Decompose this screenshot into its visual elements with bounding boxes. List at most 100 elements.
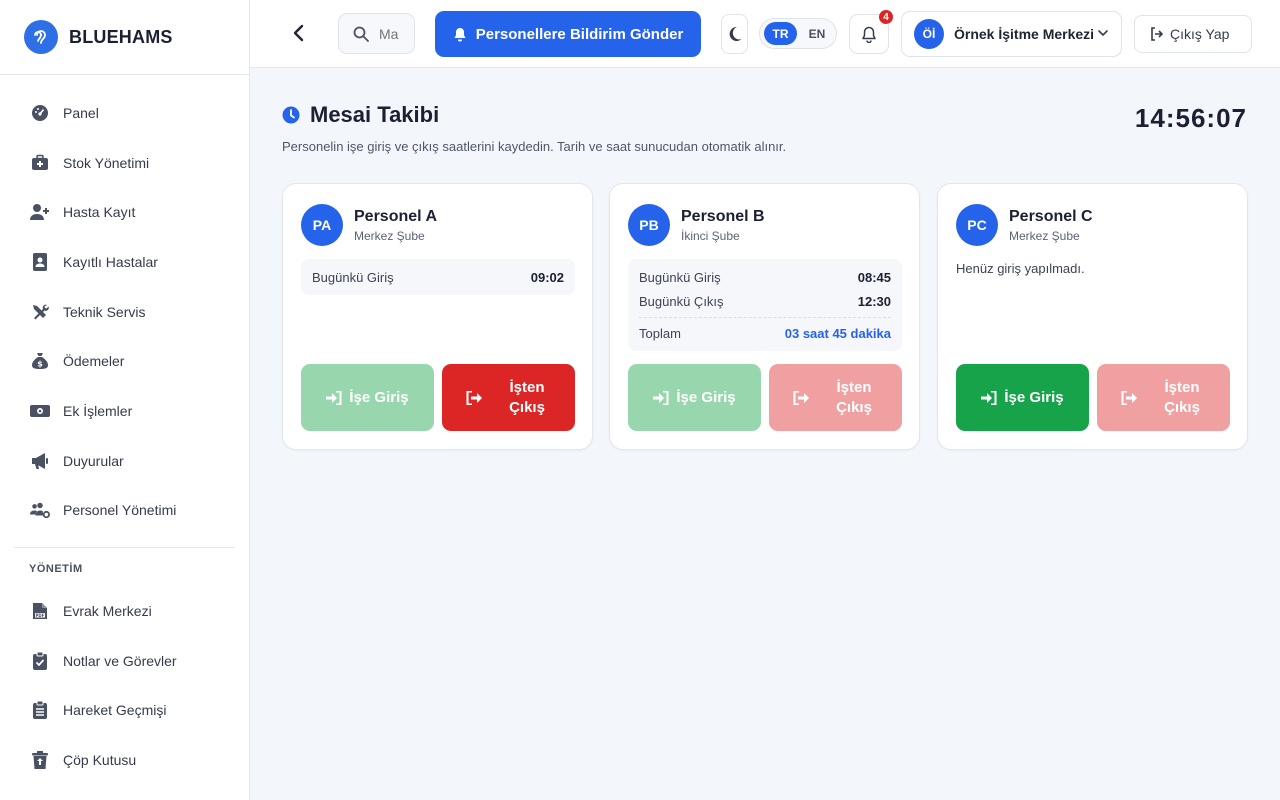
sidebar-divider xyxy=(14,547,235,548)
checkout-button-label-line1: İşten xyxy=(836,378,872,396)
sidebar-item-panel[interactable]: Panel xyxy=(0,88,249,138)
sidebar-item-notes-tasks[interactable]: Notlar ve Görevler xyxy=(0,636,249,686)
checkout-button[interactable]: İşten Çıkış xyxy=(1097,364,1230,431)
svg-text:$: $ xyxy=(37,360,43,369)
brand-name: BLUEHAMS xyxy=(69,26,173,47)
chevron-down-icon xyxy=(1098,30,1108,37)
user-name: Örnek İşitme Merkezi xyxy=(954,26,1095,42)
checkout-button[interactable]: İşten Çıkış xyxy=(442,364,575,431)
page-title: Mesai Takibi xyxy=(310,102,440,127)
page-subtitle: Personelin işe giriş ve çıkış saatlerini… xyxy=(282,139,787,154)
sidebar-item-documents[interactable]: PDF Evrak Merkezi xyxy=(0,586,249,636)
sidebar-item-tech-service[interactable]: Teknik Servis xyxy=(0,287,249,337)
sidebar-nav: Panel Stok Yönetimi Hasta Kayıt Kayıtlı … xyxy=(0,88,249,535)
sidebar-item-label: Kayıtlı Hastalar xyxy=(63,253,158,270)
clock-icon xyxy=(282,106,300,124)
sidebar-item-label: Çöp Kutusu xyxy=(63,751,137,768)
money-bill-icon xyxy=(30,401,50,421)
file-pdf-icon: PDF xyxy=(30,601,50,621)
sign-in-icon xyxy=(653,390,669,405)
page-header: Mesai Takibi xyxy=(282,102,439,128)
send-staff-notification-button[interactable]: Personellere Bildirim Gönder xyxy=(435,11,701,57)
staff-name: Personel A xyxy=(354,207,437,225)
logout-button[interactable]: Çıkış Yap xyxy=(1134,15,1252,53)
lang-option-en[interactable]: EN xyxy=(799,22,835,45)
back-button[interactable] xyxy=(288,23,308,43)
sidebar-item-payments[interactable]: $ Ödemeler xyxy=(0,336,249,386)
clipboard-check-icon xyxy=(30,651,50,671)
checkout-label: Bugünkü Çıkış xyxy=(639,293,724,309)
checkin-button[interactable]: İşe Giriş xyxy=(301,364,434,431)
sign-out-icon xyxy=(1121,390,1137,405)
sidebar-item-patient-register[interactable]: Hasta Kayıt xyxy=(0,187,249,237)
sidebar-item-label: Ek İşlemler xyxy=(63,402,133,419)
checkout-button-label-line2: Çıkış xyxy=(509,398,545,416)
sidebar-item-staff-management[interactable]: Personel Yönetimi xyxy=(0,486,249,536)
checkout-button-label-line1: İşten xyxy=(509,378,545,396)
search-input[interactable] xyxy=(379,25,411,42)
staff-name: Personel B xyxy=(681,207,765,225)
sidebar-item-activity-history[interactable]: Hareket Geçmişi xyxy=(0,685,249,735)
checkin-button-label: İşe Giriş xyxy=(349,389,409,406)
attendance-summary: Bugünkü Giriş 08:45 Bugünkü Çıkış 12:30 … xyxy=(628,259,902,351)
search-icon xyxy=(353,26,369,42)
checkin-button[interactable]: İşe Giriş xyxy=(628,364,761,431)
sidebar-item-label: Hasta Kayıt xyxy=(63,204,136,221)
theme-toggle-button[interactable] xyxy=(721,14,748,54)
checkin-label: Bugünkü Giriş xyxy=(312,269,394,285)
sidebar-item-extra[interactable]: Ek İşlemler xyxy=(0,386,249,436)
checkout-time: 12:30 xyxy=(857,293,891,309)
checkout-button-label-line2: Çıkış xyxy=(1164,398,1200,416)
total-label: Toplam xyxy=(639,326,681,341)
users-gear-icon xyxy=(30,500,50,520)
checkout-button[interactable]: İşten Çıkış xyxy=(769,364,902,431)
sidebar-item-label: Notlar ve Görevler xyxy=(63,652,177,669)
ear-logo-icon xyxy=(24,20,58,54)
checkin-button[interactable]: İşe Giriş xyxy=(956,364,1089,431)
trash-restore-icon xyxy=(30,750,50,770)
staff-name: Personel C xyxy=(1009,207,1093,225)
svg-text:PDF: PDF xyxy=(36,613,45,618)
search-box[interactable] xyxy=(338,13,415,54)
notification-count-badge: 4 xyxy=(878,9,894,25)
staff-card-b: PB Personel B İkinci Şube Bugünkü Giriş … xyxy=(609,183,920,450)
checkin-button-label: İşe Giriş xyxy=(676,389,736,406)
sidebar-item-stock[interactable]: Stok Yönetimi xyxy=(0,138,249,188)
sidebar-item-label: Stok Yönetimi xyxy=(63,154,150,171)
checkout-button-label-line2: Çıkış xyxy=(836,398,872,416)
staff-card-a: PA Personel A Merkez Şube Bugünkü Giriş … xyxy=(282,183,593,450)
sidebar-section-title: YÖNETİM xyxy=(29,563,83,575)
sign-out-icon xyxy=(1151,27,1164,41)
lang-option-tr[interactable]: TR xyxy=(764,22,797,45)
sign-out-icon xyxy=(793,390,809,405)
moon-icon xyxy=(729,26,741,41)
staff-branch: Merkez Şube xyxy=(1009,228,1080,243)
brand[interactable]: BLUEHAMS xyxy=(0,0,249,75)
checkout-button-label-line1: İşten xyxy=(1164,378,1200,396)
bell-icon xyxy=(454,27,466,41)
sidebar-item-trash[interactable]: Çöp Kutusu xyxy=(0,735,249,785)
user-plus-icon xyxy=(30,202,50,222)
sidebar-item-registered-patients[interactable]: Kayıtlı Hastalar xyxy=(0,237,249,287)
staff-card-c: PC Personel C Merkez Şube Henüz giriş ya… xyxy=(937,183,1248,450)
sidebar-item-announcements[interactable]: Duyurular xyxy=(0,436,249,486)
bell-outline-icon xyxy=(862,26,876,43)
send-staff-notification-label: Personellere Bildirim Gönder xyxy=(475,25,684,43)
attendance-summary: Bugünkü Giriş 09:02 xyxy=(301,259,575,295)
logout-label: Çıkış Yap xyxy=(1170,26,1230,42)
sidebar: BLUEHAMS Panel Stok Yönetimi Hasta Kayıt… xyxy=(0,0,250,800)
sign-in-icon xyxy=(981,390,997,405)
sign-out-icon xyxy=(466,390,482,405)
staff-avatar: PB xyxy=(628,204,670,246)
address-book-icon xyxy=(30,252,50,272)
checkin-label: Bugünkü Giriş xyxy=(639,269,721,285)
checkin-button-label: İşe Giriş xyxy=(1004,389,1064,406)
gauge-icon xyxy=(30,103,50,123)
live-clock: 14:56:07 xyxy=(1134,103,1247,133)
checkin-time: 09:02 xyxy=(530,269,564,285)
total-duration: 03 saat 45 dakika xyxy=(784,326,891,341)
staff-avatar: PC xyxy=(956,204,998,246)
money-bag-icon: $ xyxy=(30,351,50,371)
no-checkin-note: Henüz giriş yapılmadı. xyxy=(956,261,1085,276)
user-menu[interactable]: Öİ Örnek İşitme Merkezi xyxy=(901,11,1122,57)
